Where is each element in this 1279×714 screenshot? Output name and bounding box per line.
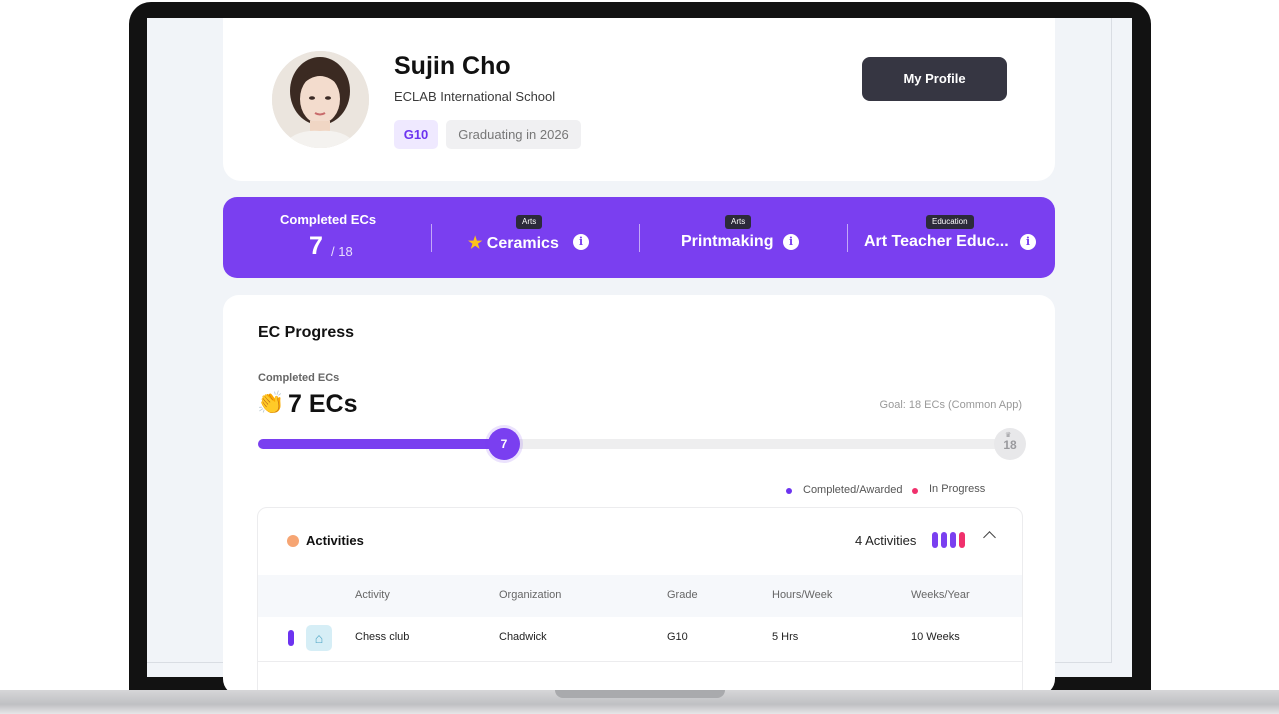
ec-item-art-teacher[interactable]: Art Teacher Educ... bbox=[864, 233, 1009, 251]
completed-ecs-label: Completed ECs bbox=[280, 212, 377, 227]
legend-dot-in-progress bbox=[912, 488, 918, 494]
progress-fill bbox=[258, 439, 510, 449]
legend-in-progress: In Progress bbox=[929, 483, 986, 495]
clapping-hands-icon: 👏 bbox=[257, 390, 285, 415]
completed-count: 7 ECs bbox=[288, 390, 358, 418]
school-name: ECLAB International School bbox=[394, 89, 556, 104]
divider bbox=[639, 224, 640, 252]
cell-organization: Chadwick bbox=[499, 631, 547, 643]
avatar-photo bbox=[272, 51, 369, 148]
completed-ecs-value: 7 bbox=[309, 232, 323, 260]
legend-completed: Completed/Awarded bbox=[803, 484, 903, 496]
ec-item-ceramics[interactable]: ★ Ceramics bbox=[468, 233, 559, 253]
activity-mini-bar bbox=[932, 532, 938, 548]
category-tag: Arts bbox=[725, 215, 752, 229]
completed-ecs-sublabel: Completed ECs bbox=[258, 372, 340, 384]
category-tag: Arts bbox=[516, 215, 543, 229]
avatar bbox=[272, 51, 369, 148]
ec-item-printmaking[interactable]: Printmaking bbox=[681, 233, 773, 251]
activity-mini-bar bbox=[959, 532, 965, 548]
grade-badge: G10 bbox=[394, 120, 438, 149]
activity-mini-bar bbox=[950, 532, 956, 548]
progress-track bbox=[258, 439, 1022, 449]
column-header: Grade bbox=[667, 589, 698, 601]
cell-hours: 5 Hrs bbox=[772, 631, 799, 643]
school-building-icon: ⌂ bbox=[306, 625, 332, 651]
section-title: EC Progress bbox=[258, 324, 355, 341]
column-header: Organization bbox=[499, 589, 562, 601]
row-divider bbox=[258, 661, 1022, 662]
column-header: Hours/Week bbox=[772, 589, 833, 601]
my-profile-button[interactable]: My Profile bbox=[862, 57, 1007, 101]
star-icon: ★ bbox=[468, 235, 483, 252]
category-tag: Education bbox=[926, 215, 974, 229]
goal-text: Goal: 18 ECs (Common App) bbox=[879, 399, 1022, 411]
laptop-mockup: Sujin Cho ECLAB International School G10… bbox=[0, 0, 1279, 714]
info-icon[interactable]: i bbox=[783, 234, 799, 250]
status-bar bbox=[288, 630, 294, 646]
legend-dot-completed bbox=[786, 488, 792, 494]
activities-title: Activities bbox=[306, 533, 364, 548]
info-icon[interactable]: i bbox=[1020, 234, 1036, 250]
column-header: Activity bbox=[355, 589, 390, 601]
ec-name-label: Ceramics bbox=[486, 235, 559, 252]
laptop-notch bbox=[555, 690, 725, 698]
activities-dot bbox=[287, 535, 299, 547]
student-name: Sujin Cho bbox=[394, 52, 511, 80]
column-header: Weeks/Year bbox=[911, 589, 970, 601]
cell-activity[interactable]: Chess club bbox=[355, 631, 409, 643]
completed-ecs-total: / 18 bbox=[331, 244, 353, 259]
divider bbox=[431, 224, 432, 252]
progress-knob: 7 bbox=[488, 428, 520, 460]
cell-weeks: 10 Weeks bbox=[911, 631, 960, 643]
divider bbox=[847, 224, 848, 252]
activities-count: 4 Activities bbox=[855, 533, 917, 548]
scrollbar[interactable] bbox=[1111, 18, 1112, 663]
activity-mini-bar bbox=[941, 532, 947, 548]
info-icon[interactable]: i bbox=[573, 234, 589, 250]
crown-icon: ♛ bbox=[1005, 432, 1012, 439]
cell-grade: G10 bbox=[667, 631, 688, 643]
graduation-badge: Graduating in 2026 bbox=[446, 120, 581, 149]
